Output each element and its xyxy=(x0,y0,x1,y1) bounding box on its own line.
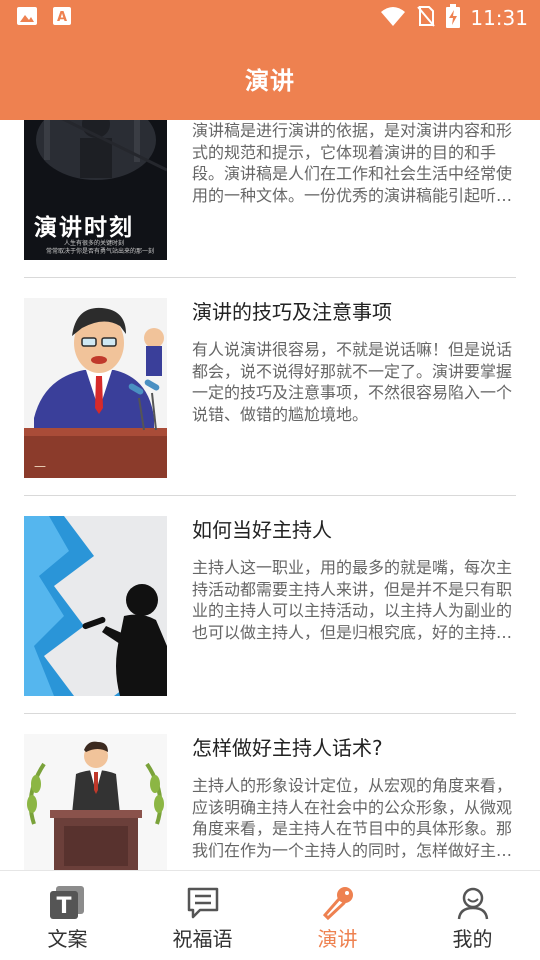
message-icon xyxy=(183,885,223,921)
tab-label: 文案 xyxy=(47,927,88,951)
status-bar: A 11:31 xyxy=(0,0,540,36)
text-t-icon: T xyxy=(48,885,88,921)
tab-zhufuyu[interactable]: 祝福语 xyxy=(135,871,270,960)
microphone-icon xyxy=(318,885,358,921)
page-title: 演讲 xyxy=(245,66,295,95)
article-title[interactable]: 演讲的技巧及注意事项 xyxy=(192,298,516,326)
thumbnail-subtitle: 常常取决于你是否有勇气站出来的那一刻 xyxy=(46,248,155,255)
article-description: 主持人这一职业，用的最多的就是嘴，每次主持活动都需要主持人来讲，但是并不是只有职… xyxy=(192,558,513,642)
thumbnail-title: 演讲时刻 xyxy=(34,215,134,241)
wifi-icon xyxy=(380,5,406,31)
article-description: 有人说演讲很容易，不就是说话嘛！但是说话都会，说不说得好那就不一定了。演讲要掌握… xyxy=(192,340,513,424)
article-thumbnail: — xyxy=(24,298,167,478)
bottom-nav: T 文案 祝福语 演讲 我的 xyxy=(0,870,540,960)
tab-label: 演讲 xyxy=(317,927,358,951)
app-bar: 演讲 xyxy=(0,36,540,120)
no-sim-icon xyxy=(416,5,436,31)
tab-label: 祝福语 xyxy=(172,927,233,951)
list-item[interactable]: 演讲时刻 人生有很多的关键时刻 常常取决于你是否有勇气站出来的那一刻 演讲稿是进… xyxy=(24,120,516,278)
tab-wenan[interactable]: T 文案 xyxy=(0,871,135,960)
image-icon xyxy=(16,5,38,31)
tab-label: 我的 xyxy=(452,927,493,951)
tab-yanjiang[interactable]: 演讲 xyxy=(270,871,405,960)
svg-text:—: — xyxy=(34,459,46,473)
tab-wode[interactable]: 我的 xyxy=(405,871,540,960)
article-description: 演讲稿是进行演讲的依据，是对演讲内容和形式的规范和提示，它体现着演讲的目的和手段… xyxy=(192,121,513,205)
article-title[interactable]: 如何当好主持人 xyxy=(192,516,516,544)
list-item[interactable]: 如何当好主持人 主持人这一职业，用的最多的就是嘴，每次主持活动都需要主持人来讲，… xyxy=(24,496,516,714)
battery-charging-icon xyxy=(446,4,461,32)
status-time: 11:31 xyxy=(470,6,528,30)
article-list[interactable]: 演讲时刻 人生有很多的关键时刻 常常取决于你是否有勇气站出来的那一刻 演讲稿是进… xyxy=(0,120,540,870)
article-title[interactable]: 怎样做好主持人话术? xyxy=(192,734,516,762)
font-a-icon: A xyxy=(52,5,72,31)
svg-text:A: A xyxy=(57,10,67,25)
list-item[interactable]: 怎样做好主持人话术? 主持人的形象设计定位，从宏观的角度来看，应该明确主持人在社… xyxy=(24,714,516,870)
user-icon xyxy=(453,885,493,921)
list-item[interactable]: — 演讲的技巧及注意事项 有人说演讲很容易，不就是说话嘛！但是说话都会，说不说得… xyxy=(24,278,516,496)
article-thumbnail xyxy=(24,516,167,696)
article-thumbnail xyxy=(24,734,167,870)
svg-text:T: T xyxy=(56,894,71,919)
article-description: 主持人的形象设计定位，从宏观的角度来看，应该明确主持人在社会中的公众形象，从微观… xyxy=(192,776,513,860)
article-thumbnail: 演讲时刻 人生有很多的关键时刻 常常取决于你是否有勇气站出来的那一刻 xyxy=(24,120,167,260)
